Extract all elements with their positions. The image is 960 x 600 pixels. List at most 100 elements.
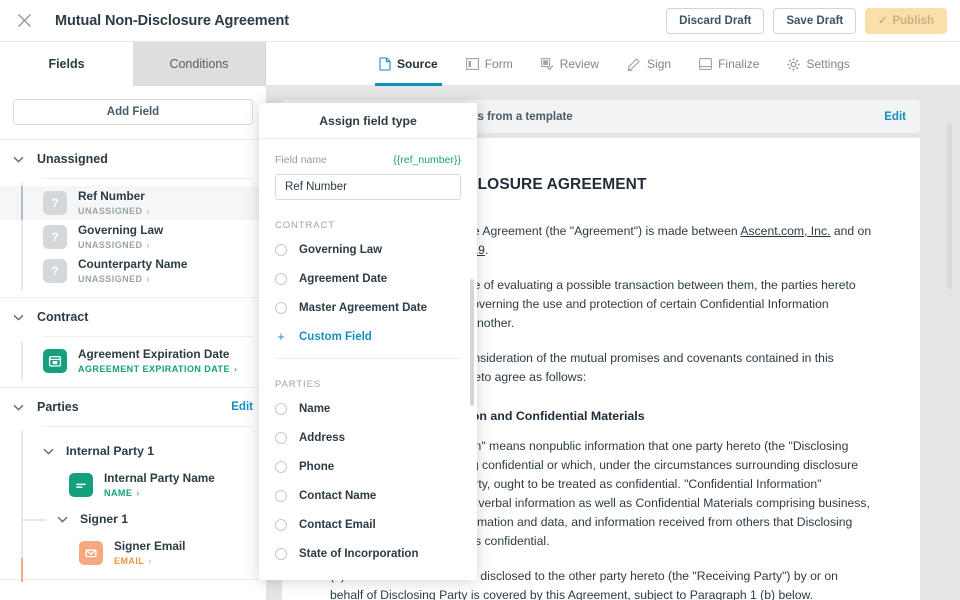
group-contract: Contract Agreement Expiration Date AGREE… xyxy=(0,298,266,388)
tab-review[interactable]: Review xyxy=(527,42,613,86)
field-name-row: Field name {{ref_number}} xyxy=(275,154,461,166)
tab-source-label: Source xyxy=(397,57,438,71)
option-governing-law[interactable]: Governing Law xyxy=(275,235,461,264)
question-mark-icon: ? xyxy=(43,259,67,283)
chevron-right-icon: › xyxy=(147,240,150,250)
field-name-input[interactable] xyxy=(275,174,461,200)
field-row-ref-number[interactable]: ? Ref Number UNASSIGNED› xyxy=(0,186,266,220)
group-contract-header[interactable]: Contract xyxy=(0,298,266,336)
question-mark-icon: ? xyxy=(43,225,67,249)
internal-party-1-header[interactable]: Internal Party 1 xyxy=(0,434,266,468)
company-placeholder: Ascent.com, Inc. xyxy=(740,224,830,238)
tab-conditions[interactable]: Conditions xyxy=(133,42,266,86)
divider xyxy=(275,358,461,359)
document-scrollbar[interactable] xyxy=(947,124,952,289)
tab-form-label: Form xyxy=(485,57,513,71)
field-subtitle: UNASSIGNED› xyxy=(78,206,150,216)
radio-icon[interactable] xyxy=(275,490,287,502)
tab-sign[interactable]: Sign xyxy=(613,42,685,86)
option-name[interactable]: Name xyxy=(275,394,461,423)
chevron-right-icon: › xyxy=(234,364,237,374)
field-row-counterparty-name[interactable]: ? Counterparty Name UNASSIGNED› xyxy=(0,254,266,288)
radio-icon[interactable] xyxy=(275,244,287,256)
field-subtitle: AGREEMENT EXPIRATION DATE› xyxy=(78,364,237,374)
discard-draft-button[interactable]: Discard Draft xyxy=(666,8,764,34)
option-label: Phone xyxy=(299,461,334,473)
group-contract-items: Agreement Expiration Date AGREEMENT EXPI… xyxy=(0,337,266,387)
option-phone[interactable]: Phone xyxy=(275,452,461,481)
publish-button-label: Publish xyxy=(892,15,934,27)
publish-button[interactable]: ✓ Publish xyxy=(865,8,947,34)
option-contact-email[interactable]: Contact Email xyxy=(275,510,461,539)
gear-icon xyxy=(787,58,800,71)
field-text: Ref Number UNASSIGNED› xyxy=(78,190,150,216)
tab-form[interactable]: Form xyxy=(452,42,527,86)
chevron-down-icon xyxy=(13,156,27,163)
popover-title: Assign field type xyxy=(319,114,417,128)
field-name-token: {{ref_number}} xyxy=(393,154,461,166)
group-unassigned-title: Unassigned xyxy=(37,152,108,166)
assign-field-type-popover: Assign field type Field name {{ref_numbe… xyxy=(259,103,477,580)
chevron-down-icon xyxy=(13,314,27,321)
field-name: Internal Party Name xyxy=(104,472,215,486)
tab-fields[interactable]: Fields xyxy=(0,42,133,86)
option-state-of-incorporation[interactable]: State of Incorporation xyxy=(275,539,461,568)
field-row-agreement-expiration-date[interactable]: Agreement Expiration Date AGREEMENT EXPI… xyxy=(0,344,266,378)
option-address[interactable]: Address xyxy=(275,423,461,452)
review-check-icon xyxy=(541,58,554,70)
option-label: Governing Law xyxy=(299,244,382,256)
option-label: Master Agreement Date xyxy=(299,302,427,314)
popover-scrollbar[interactable] xyxy=(470,279,474,406)
radio-icon[interactable] xyxy=(275,461,287,473)
chevron-right-icon: › xyxy=(136,488,139,498)
chevron-down-icon xyxy=(13,404,27,411)
page-title: Mutual Non-Disclosure Agreement xyxy=(55,13,289,29)
save-draft-button[interactable]: Save Draft xyxy=(773,8,856,34)
tab-review-label: Review xyxy=(560,57,599,71)
close-icon[interactable] xyxy=(13,10,35,32)
field-subtitle: UNASSIGNED› xyxy=(78,240,163,250)
parties-edit-link[interactable]: Edit xyxy=(231,401,253,413)
radio-icon[interactable] xyxy=(275,273,287,285)
chevron-down-icon xyxy=(57,516,71,523)
radio-icon[interactable] xyxy=(275,519,287,531)
tab-source[interactable]: Source xyxy=(365,42,452,86)
group-unassigned-items: ? Ref Number UNASSIGNED› ? Governing Law… xyxy=(0,179,266,297)
group-parties-items: Internal Party 1 Internal Party Name NAM… xyxy=(0,427,266,579)
internal-party-1-title: Internal Party 1 xyxy=(66,444,154,458)
tab-settings-label: Settings xyxy=(806,57,849,71)
field-text: Governing Law UNASSIGNED› xyxy=(78,224,163,250)
chevron-right-icon: › xyxy=(147,274,150,284)
group-parties: Parties Edit Internal Party 1 Internal P xyxy=(0,388,266,580)
radio-icon[interactable] xyxy=(275,302,287,314)
tab-settings[interactable]: Settings xyxy=(773,42,863,86)
question-mark-icon: ? xyxy=(43,191,67,215)
add-field-button[interactable]: Add Field xyxy=(13,99,253,125)
plus-icon: + xyxy=(275,329,287,344)
internal-party-1-group: Internal Party 1 Internal Party Name NAM… xyxy=(0,434,266,570)
template-banner-edit-link[interactable]: Edit xyxy=(884,111,906,123)
group-unassigned-header[interactable]: Unassigned xyxy=(0,140,266,178)
finalize-box-icon xyxy=(699,58,712,70)
field-row-governing-law[interactable]: ? Governing Law UNASSIGNED› xyxy=(0,220,266,254)
tab-finalize[interactable]: Finalize xyxy=(685,42,773,86)
radio-icon[interactable] xyxy=(275,432,287,444)
field-subtitle: UNASSIGNED› xyxy=(78,274,187,284)
field-row-signer-email[interactable]: Signer Email EMAIL› xyxy=(0,536,266,570)
radio-icon[interactable] xyxy=(275,403,287,415)
field-row-internal-party-name[interactable]: Internal Party Name NAME› xyxy=(0,468,266,502)
tab-sign-label: Sign xyxy=(647,57,671,71)
group-parties-header[interactable]: Parties Edit xyxy=(0,388,266,426)
option-master-agreement-date[interactable]: Master Agreement Date xyxy=(275,293,461,322)
add-custom-field-button[interactable]: + Custom Field xyxy=(275,322,461,351)
field-text: Agreement Expiration Date AGREEMENT EXPI… xyxy=(78,348,237,374)
option-agreement-date[interactable]: Agreement Date xyxy=(275,264,461,293)
radio-icon[interactable] xyxy=(275,548,287,560)
option-label: Agreement Date xyxy=(299,273,387,285)
option-contact-name[interactable]: Contact Name xyxy=(275,481,461,510)
option-label: State of Incorporation xyxy=(299,548,418,560)
tab-finalize-label: Finalize xyxy=(718,57,759,71)
signer-1-title: Signer 1 xyxy=(80,512,128,526)
field-name: Ref Number xyxy=(78,190,150,204)
field-name: Signer Email xyxy=(114,540,185,554)
